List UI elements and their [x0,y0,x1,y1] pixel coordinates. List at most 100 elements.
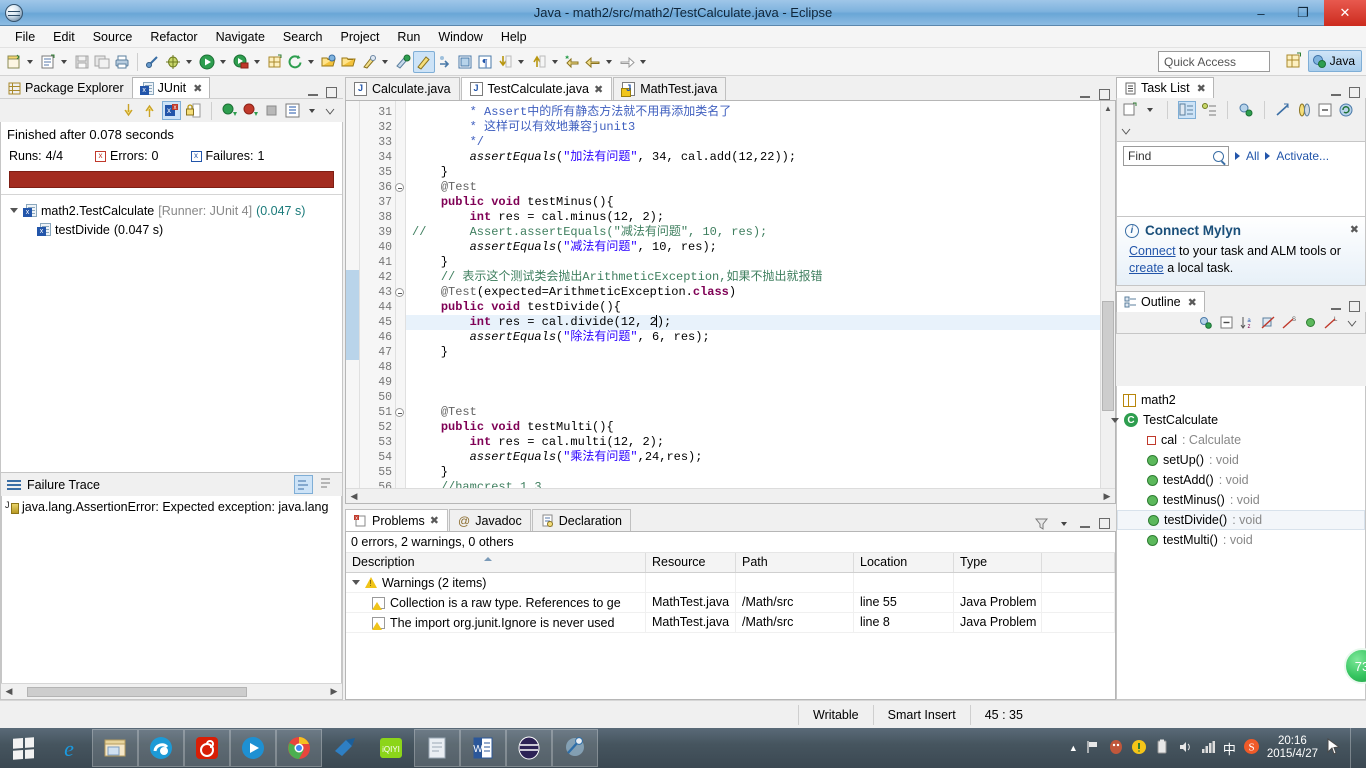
taskbar-google-chrome[interactable] [276,729,322,767]
junit-tree-row-method[interactable]: x testDivide (0.047 s) [5,220,338,239]
categorized-view-icon[interactable] [1178,101,1196,119]
flag-icon[interactable] [1085,739,1101,758]
code-line[interactable]: public void testMinus(){ [406,195,1100,210]
compare-results-icon[interactable] [294,475,313,494]
taskbar-media-player[interactable] [230,729,276,767]
minimize-outline-icon[interactable] [1330,300,1342,312]
code-line[interactable]: @Test(expected=ArithmeticException.class… [406,285,1100,300]
taskbar-netease-music[interactable] [184,729,230,767]
edit-annotation-button[interactable] [413,50,435,73]
table-row[interactable]: Collection is a raw type. References to … [346,593,1115,613]
clock[interactable]: 20:16 2015/4/27 [1267,735,1318,761]
code-line[interactable]: int res = cal.divide(12, 2); [406,315,1100,330]
code-line[interactable]: assertEquals("加法有问题", 34, cal.add(12,22)… [406,150,1100,165]
stop-test-icon[interactable] [263,102,280,119]
column-type[interactable]: Type [954,553,1042,572]
taskbar-iqiyi[interactable]: iQIYI [368,729,414,767]
perspective-java-button[interactable]: Java [1307,50,1362,72]
new-java-project-dropdown[interactable] [61,59,67,64]
editor-tab-mathtest[interactable]: MathTest.java [613,77,727,100]
battery-icon[interactable] [1154,739,1170,758]
column-path[interactable]: Path [736,553,854,572]
hide-local-types-icon[interactable]: L [1324,315,1339,330]
filter-all-arrow-icon[interactable] [1235,152,1240,160]
outline-item-testmulti[interactable]: testMulti() : void [1117,530,1365,550]
editor-scroll-track[interactable] [362,489,1099,503]
tab-task-list-close-icon[interactable]: ✖ [1197,82,1206,95]
rerun-failed-test-icon[interactable] [242,102,259,119]
code-line[interactable] [406,390,1100,405]
problems-filter-icon[interactable] [1034,516,1049,531]
outline-view-menu-icon[interactable] [1345,316,1359,330]
scheduled-view-icon[interactable] [1201,102,1217,118]
next-edit-dropdown[interactable] [518,59,524,64]
failure-trace-body[interactable]: java.lang.AssertionError: Expected excep… [1,496,342,686]
maximize-view-icon[interactable] [326,86,337,98]
back-button[interactable] [583,51,617,73]
code-editor[interactable]: 31 32 33 34 35 36 37 38 39 40 41 42 43 44 45 46 47 48 49 50… [345,100,1116,504]
taskbar-notepad[interactable] [414,729,460,767]
code-line[interactable]: } [406,165,1100,180]
new-java-project-button[interactable] [38,51,72,73]
save-button[interactable] [72,51,92,73]
code-line[interactable]: int res = cal.minus(12, 2); [406,210,1100,225]
scroll-right-icon[interactable]: ▶ [1099,489,1115,504]
fold-toggle-icon[interactable] [395,183,404,192]
show-desktop-button[interactable] [1350,728,1360,768]
open-type-button[interactable] [319,51,339,73]
next-edit-location-button[interactable] [495,51,529,73]
new-wizard-dropdown[interactable] [27,59,33,64]
code-line[interactable]: @Test [406,180,1100,195]
previous-edit-dropdown[interactable] [552,59,558,64]
run-button[interactable] [197,51,231,73]
open-resource-button[interactable] [339,51,359,73]
tab-task-list[interactable]: Task List ✖ [1116,77,1214,98]
junit-tree-row-class[interactable]: x math2.TestCalculate [Runner: JUnit 4] … [5,201,338,220]
junit-minimize-icon[interactable] [323,104,337,118]
code-line[interactable] [406,375,1100,390]
menu-source[interactable]: Source [84,28,142,46]
code-line[interactable] [406,360,1100,375]
editor-tab-calculate[interactable]: Calculate.java [345,77,460,100]
minimize-tasklist-icon[interactable] [1330,86,1342,98]
problems-group-row[interactable]: Warnings (2 items) [346,573,1115,593]
junit-view-menu-icon[interactable] [309,108,315,113]
scroll-thumb[interactable] [27,686,247,697]
debug-dropdown[interactable] [186,59,192,64]
show-failures-only-icon[interactable]: xx [162,101,181,120]
vertical-scroll-thumb[interactable] [1102,301,1114,411]
minimize-button[interactable]: – [1240,0,1282,26]
code-line[interactable]: // 表示这个测试类会抛出ArithmeticException,如果不抛出就报… [406,270,1100,285]
run-dropdown[interactable] [220,59,226,64]
minimize-editor-icon[interactable] [1079,88,1091,100]
group-expand-icon[interactable] [352,580,360,585]
menu-file[interactable]: File [6,28,44,46]
back-dropdown[interactable] [606,59,612,64]
tasklist-view-menu-icon[interactable] [1119,124,1133,138]
code-line[interactable]: @Test [406,405,1100,420]
taskbar-file-explorer[interactable] [92,729,138,767]
editor-tab-close-icon[interactable]: ✖ [594,83,603,96]
external-tools-button[interactable] [285,51,319,73]
expand-arrow[interactable] [1111,417,1119,423]
editor-vertical-scrollbar[interactable]: ▲ ▼ [1100,101,1115,503]
show-whitespace-button[interactable]: ¶ [475,51,495,73]
ime-indicator[interactable]: 中 [1223,739,1236,758]
sort-alphabetically-icon[interactable]: az [1240,315,1255,330]
toggle-breakpoint-button[interactable] [143,51,163,73]
column-resource[interactable]: Resource [646,553,736,572]
tab-javadoc[interactable]: @ Javadoc [449,509,531,531]
menu-refactor[interactable]: Refactor [141,28,206,46]
save-all-button[interactable] [92,51,112,73]
code-line[interactable]: * 这样可以有效地兼容junit3 [406,120,1100,135]
scroll-left-icon[interactable]: ◀ [346,489,362,504]
collapse-all-icon[interactable] [1317,102,1333,118]
taskbar-eclipse[interactable] [506,729,552,767]
outline-item-testcalculate[interactable]: C TestCalculate [1111,410,1365,430]
code-line[interactable]: */ [406,135,1100,150]
tasklist-empty-area[interactable] [1116,170,1366,216]
menu-navigate[interactable]: Navigate [207,28,274,46]
expand-arrow[interactable] [9,208,19,213]
column-location[interactable]: Location [854,553,954,572]
close-button[interactable]: ✕ [1324,0,1366,26]
